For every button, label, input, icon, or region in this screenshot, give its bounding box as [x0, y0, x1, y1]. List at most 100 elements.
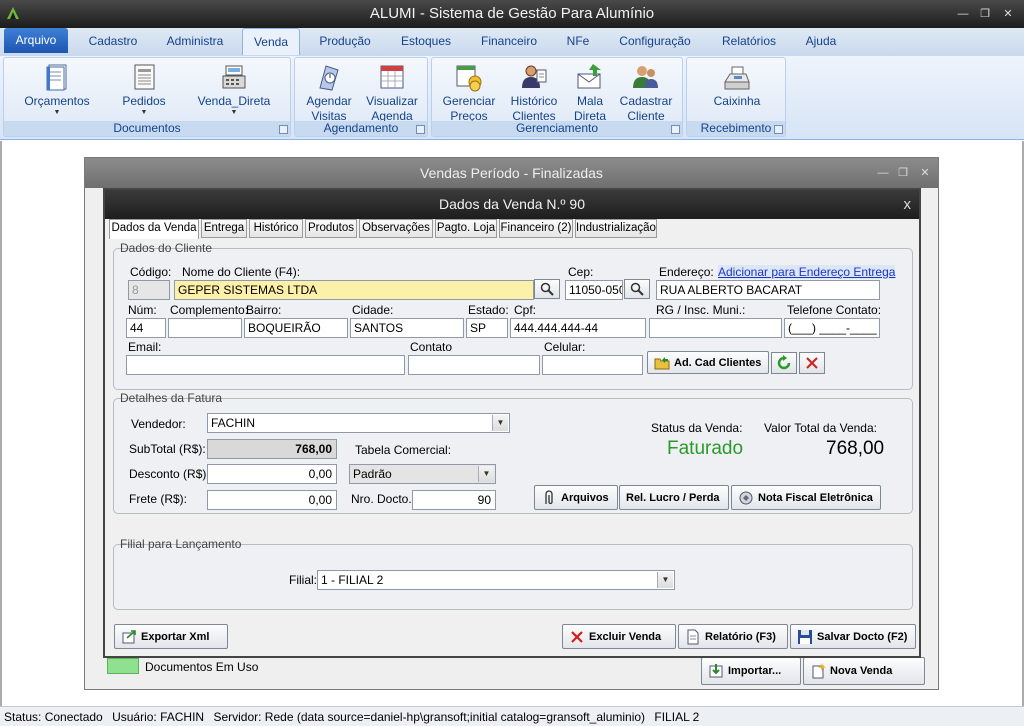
minimize-icon[interactable]: —	[954, 6, 972, 22]
tab-arquivo[interactable]: Arquivo	[4, 28, 68, 53]
search-cep-button[interactable]	[624, 279, 650, 299]
filial-value: 1 - FILIAL 2	[321, 573, 384, 587]
tab-produtos[interactable]: Produtos	[305, 219, 357, 238]
codigo-field[interactable]: 8	[128, 280, 170, 300]
group-documentos: Orçamentos ▼ Pedidos ▼ Venda_Direta ▼ Do…	[3, 57, 291, 137]
subtotal-field: 768,00	[207, 439, 337, 459]
tab-cadastro[interactable]: Cadastro	[80, 28, 146, 55]
dialog-titlebar: Dados da Venda N.º 90 x	[105, 190, 919, 219]
chevron-down-icon[interactable]: ▼	[478, 466, 494, 482]
endereco-entrega-link[interactable]: Adicionar para Endereço Entrega	[718, 265, 896, 279]
cidade-field[interactable]: SANTOS	[350, 318, 464, 338]
pedidos-button[interactable]: Pedidos ▼	[112, 62, 176, 117]
tabela-comercial-select[interactable]: Padrão ▼	[349, 464, 496, 484]
exportar-xml-button[interactable]: Exportar Xml	[114, 624, 228, 649]
tab-dados-da-venda[interactable]: Dados da Venda	[109, 219, 199, 239]
salvar-docto-button[interactable]: Salvar Docto (F2)	[790, 624, 916, 649]
order-sheet-icon	[134, 64, 155, 90]
num-field[interactable]: 44	[126, 318, 166, 338]
chevron-down-icon[interactable]: ▼	[492, 415, 508, 431]
cpf-field[interactable]: 444.444.444-44	[510, 318, 646, 338]
close-icon[interactable]: ✕	[999, 6, 1017, 22]
nome-cliente-field[interactable]: GEPER SISTEMAS LTDA	[174, 280, 534, 300]
rg-field[interactable]	[649, 318, 782, 338]
nota-fiscal-eletronica-button[interactable]: Nota Fiscal Eletrônica	[731, 485, 881, 510]
mala-direta-button[interactable]: Mala Direta	[568, 62, 612, 124]
email-field[interactable]	[126, 355, 405, 375]
clear-cliente-button[interactable]	[799, 352, 825, 374]
nro-docto-label: Nro. Docto.:	[351, 492, 416, 506]
rel-lucro-perda-button[interactable]: Rel. Lucro / Perda	[619, 485, 729, 510]
tab-historico[interactable]: Histórico	[249, 219, 303, 238]
group-launcher-icon[interactable]	[416, 125, 425, 134]
close-icon[interactable]: x	[904, 190, 912, 219]
cep-field[interactable]: 11050-050	[565, 280, 623, 300]
excluir-venda-button[interactable]: Excluir Venda	[562, 624, 676, 649]
refresh-button[interactable]	[771, 352, 797, 374]
tab-administra[interactable]: Administra	[158, 28, 232, 55]
filial-select[interactable]: 1 - FILIAL 2 ▼	[317, 570, 675, 590]
caixinha-button[interactable]: Caixinha	[705, 62, 769, 109]
tab-configuracao[interactable]: Configuração	[612, 28, 698, 55]
tab-relatorios[interactable]: Relatórios	[710, 28, 788, 55]
dialog-title: Dados da Venda N.º 90	[439, 196, 585, 212]
save-icon	[798, 629, 812, 644]
tab-pagto-loja[interactable]: Pagto. Loja	[435, 219, 497, 238]
tab-financeiro[interactable]: Financeiro (2)	[499, 219, 573, 238]
vendedor-label: Vendedor:	[131, 417, 186, 431]
cadastrar-cliente-button[interactable]: Cadastrar Cliente	[616, 62, 676, 124]
valor-total-label: Valor Total da Venda:	[764, 421, 877, 435]
bairro-field[interactable]: BOQUEIRÃO	[244, 318, 348, 338]
tab-observacoes[interactable]: Observações	[359, 219, 433, 238]
nova-venda-button[interactable]: Nova Venda	[803, 657, 925, 685]
group-launcher-icon[interactable]	[279, 125, 288, 134]
tab-entrega[interactable]: Entrega	[201, 219, 247, 238]
detalhes-fatura-title: Detalhes da Fatura	[120, 391, 223, 405]
historico-clientes-button[interactable]: Histórico Clientes	[504, 62, 564, 124]
close-icon[interactable]: ✕	[917, 165, 933, 181]
tab-venda[interactable]: Venda	[242, 28, 300, 55]
tab-estoques[interactable]: Estoques	[392, 28, 460, 55]
contato-field[interactable]	[408, 355, 540, 375]
gerenciar-precos-button[interactable]: Gerenciar Preços	[440, 62, 498, 124]
venda-direta-label: Venda_Direta	[197, 94, 271, 108]
nro-docto-field[interactable]: 90	[412, 490, 496, 510]
endereco-field[interactable]: RUA ALBERTO BACARAT	[656, 280, 880, 300]
complemento-field[interactable]	[168, 318, 242, 338]
visualizar-agenda-button[interactable]: Visualizar Agenda	[361, 62, 423, 124]
dropdown-arrow-icon: ▼	[230, 109, 238, 116]
status-filial: FILIAL 2	[654, 710, 700, 724]
ad-cad-clientes-button[interactable]: Ad. Cad Clientes	[647, 351, 769, 374]
exportar-xml-label: Exportar Xml	[141, 630, 210, 643]
celular-field[interactable]	[542, 355, 643, 375]
tab-nfe[interactable]: NFe	[558, 28, 598, 55]
orcamentos-button[interactable]: Orçamentos ▼	[18, 62, 96, 117]
relatorio-button[interactable]: Relatório (F3)	[678, 624, 788, 649]
venda-direta-button[interactable]: Venda_Direta ▼	[192, 62, 276, 117]
group-caption-documentos: Documentos	[4, 121, 290, 136]
agendar-visitas-button[interactable]: Agendar Visitas	[301, 62, 357, 124]
importar-button[interactable]: Importar...	[701, 657, 801, 685]
tab-ajuda[interactable]: Ajuda	[796, 28, 846, 55]
estado-field[interactable]: SP	[466, 318, 508, 338]
telefone-label: Telefone Contato:	[787, 303, 882, 317]
tab-industrializacao[interactable]: Industrialização	[575, 219, 657, 238]
frete-field[interactable]: 0,00	[207, 490, 337, 510]
search-cliente-button[interactable]	[534, 279, 560, 299]
restore-icon[interactable]: ❐	[895, 165, 911, 181]
desconto-field[interactable]: 0,00	[207, 464, 337, 484]
ad-cad-clientes-label: Ad. Cad Clientes	[674, 356, 762, 369]
group-launcher-icon[interactable]	[671, 125, 680, 134]
group-launcher-icon[interactable]	[774, 125, 783, 134]
telefone-field[interactable]: (___) ____-____	[784, 318, 880, 338]
vendedor-select[interactable]: FACHIN ▼	[207, 413, 510, 433]
subtotal-label: SubTotal (R$):	[129, 442, 206, 456]
restore-icon[interactable]: ❐	[976, 6, 994, 22]
refresh-icon	[777, 355, 791, 370]
endereco-entrega-link-text[interactable]: Adicionar para Endereço Entrega	[718, 265, 895, 279]
tab-financeiro[interactable]: Financeiro	[472, 28, 546, 55]
tab-producao[interactable]: Produção	[308, 28, 382, 55]
minimize-icon[interactable]: —	[875, 165, 891, 181]
chevron-down-icon[interactable]: ▼	[657, 572, 673, 588]
arquivos-button[interactable]: Arquivos	[534, 485, 618, 510]
